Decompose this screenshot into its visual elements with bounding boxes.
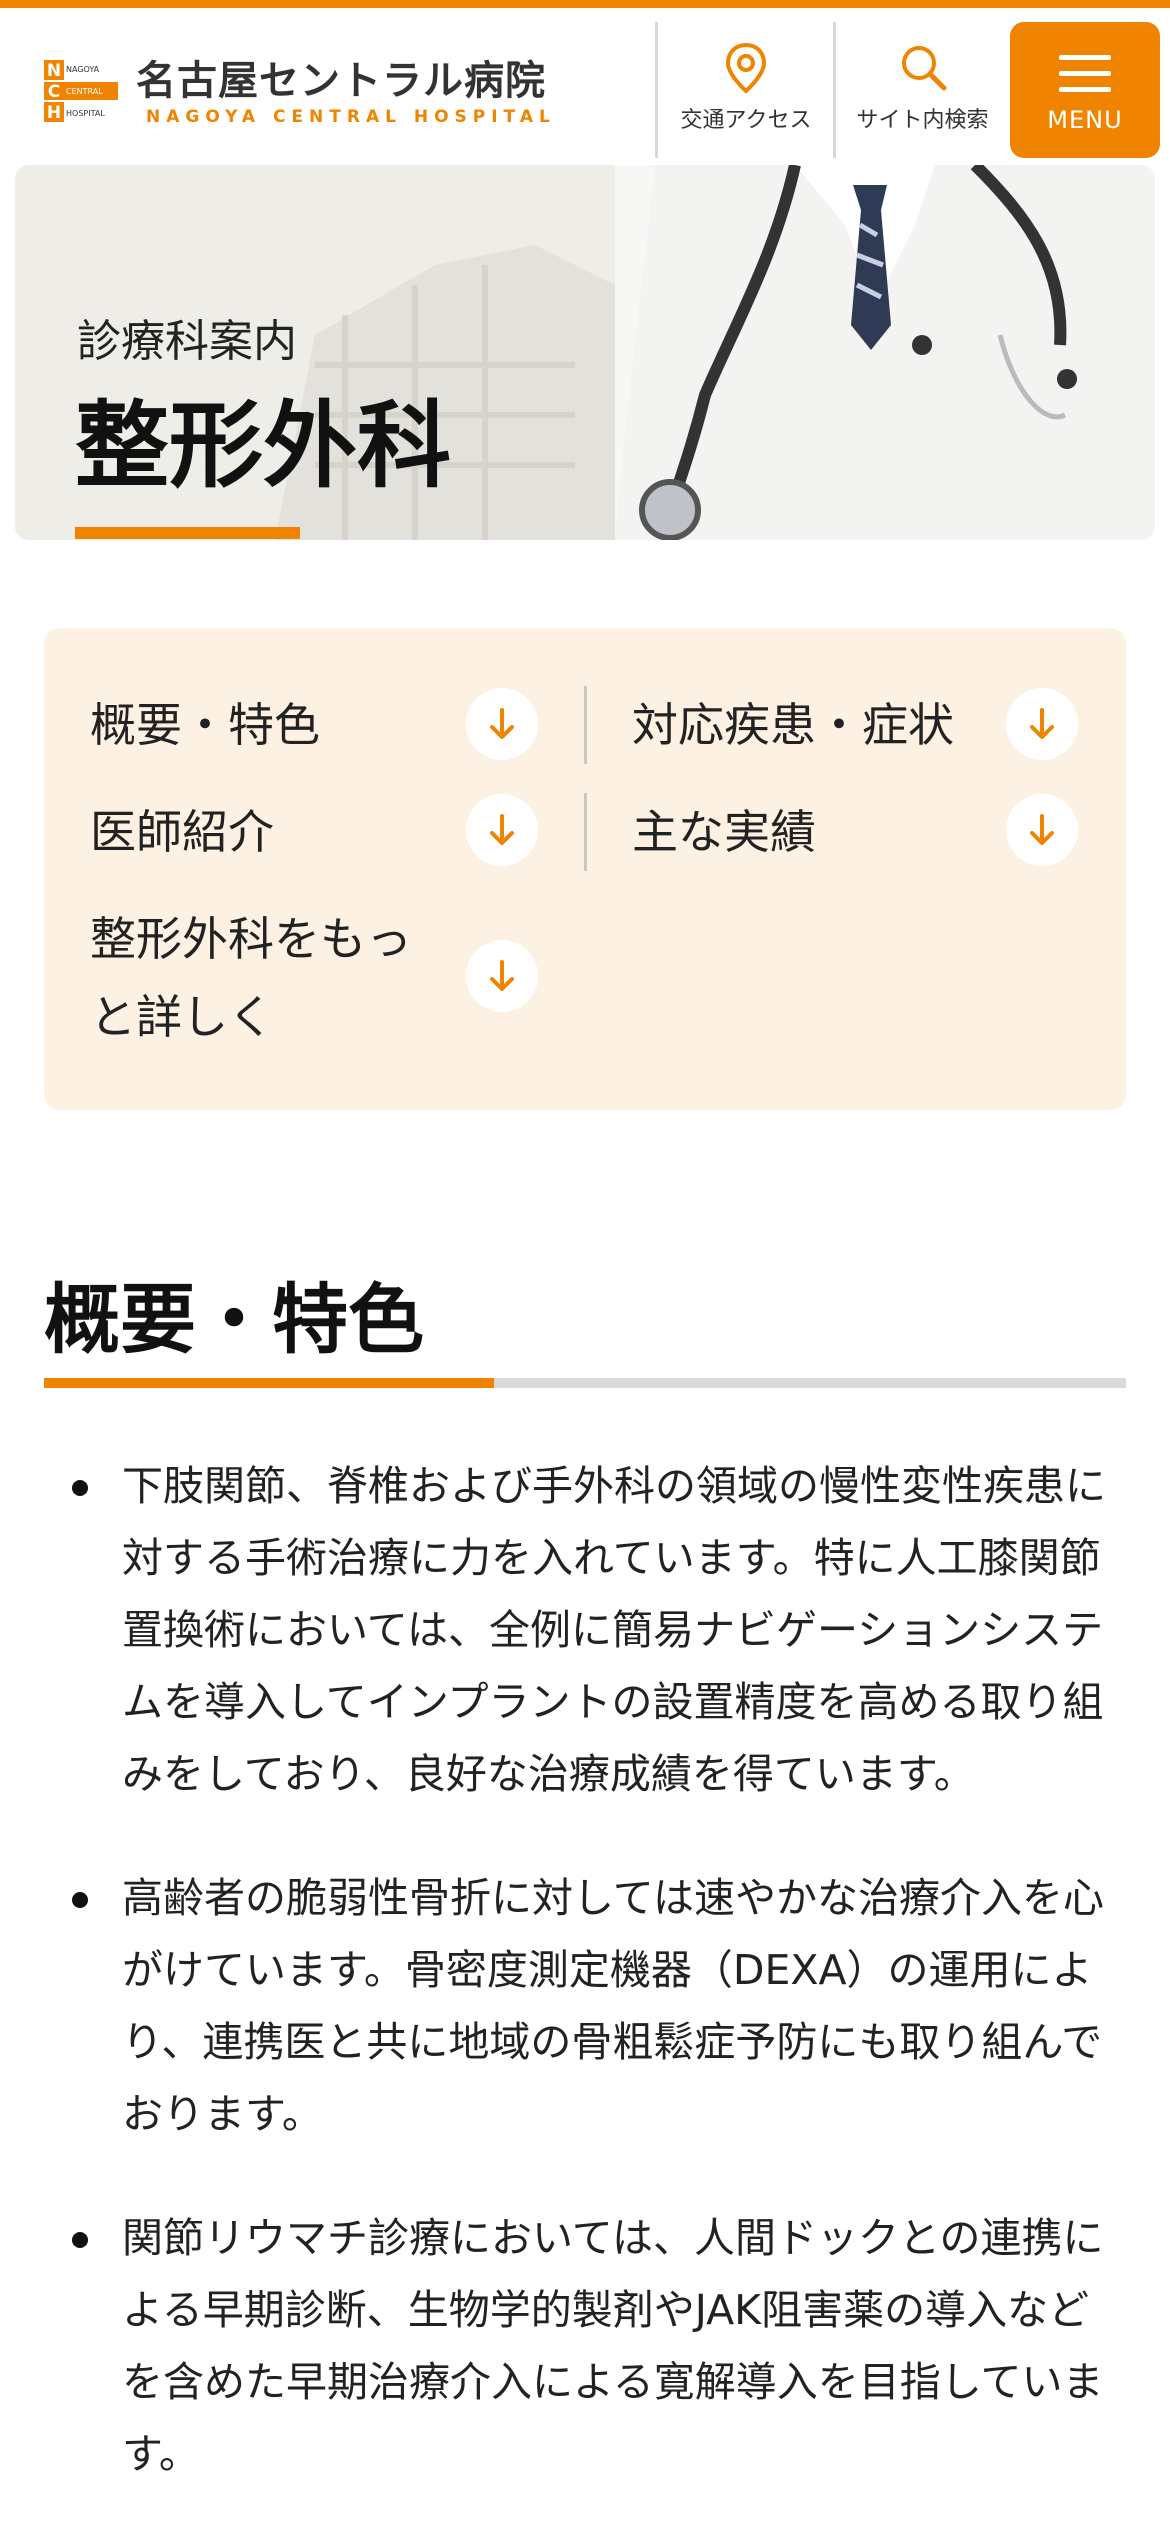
- header-divider: [655, 22, 658, 158]
- menu-label: MENU: [1047, 106, 1123, 134]
- anchor-label: 概要・特色: [90, 698, 320, 752]
- hero-title-accent: [75, 527, 300, 539]
- svg-text:N: N: [47, 61, 61, 81]
- site-header: N C H NAGOYA CENTRAL HOSPITAL 名古屋セントラル病院…: [0, 8, 1170, 158]
- menu-button[interactable]: MENU: [1010, 22, 1160, 158]
- site-search-button[interactable]: サイト内検索: [840, 32, 1005, 152]
- list-item: 関節リウマチ診療においては、人間ドックとの連携による早期診断、生物学的製剤やJA…: [44, 2202, 1126, 2490]
- overview-list: 下肢関節、脊椎および手外科の領域の慢性変性疾患に対する手術治療に力を入れています…: [44, 1450, 1126, 2542]
- section-title: 概要・特色: [44, 1275, 424, 1364]
- arrow-down-icon: [466, 794, 538, 866]
- anchor-label: 主な実績: [632, 805, 816, 859]
- arrow-down-icon: [1006, 794, 1078, 866]
- arrow-down-icon: [466, 940, 538, 1012]
- page-title: 整形外科: [75, 392, 452, 501]
- arrow-down-icon: [466, 688, 538, 760]
- section-title-underline-accent: [44, 1378, 494, 1388]
- hamburger-icon: [1059, 55, 1111, 92]
- svg-text:C: C: [48, 82, 60, 102]
- logo-english-name: NAGOYA CENTRAL HOSPITAL: [146, 107, 556, 127]
- anchor-label: 対応疾患・症状: [632, 698, 954, 752]
- svg-text:CENTRAL: CENTRAL: [66, 87, 103, 96]
- access-button[interactable]: 交通アクセス: [662, 32, 830, 152]
- anchor-divider: [584, 793, 587, 871]
- anchor-divider: [584, 686, 587, 764]
- site-search-label: サイト内検索: [856, 108, 989, 133]
- list-item: 下肢関節、脊椎および手外科の領域の慢性変性疾患に対する手術治療に力を入れています…: [44, 1450, 1126, 1810]
- hero-banner: 診療科案内 整形外科: [15, 165, 1155, 540]
- hospital-logo-icon: N C H NAGOYA CENTRAL HOSPITAL: [44, 58, 118, 124]
- top-accent-bar: [0, 0, 1170, 8]
- list-item: 高齢者の脆弱性骨折に対しては速やかな治療介入を心がけています。骨密度測定機器（D…: [44, 1862, 1126, 2150]
- anchor-label: 医師紹介: [90, 805, 274, 859]
- access-label: 交通アクセス: [680, 108, 812, 133]
- page-anchor-nav: 概要・特色 対応疾患・症状 医師紹介 主な実績 整形外科をもっと詳しく: [44, 628, 1126, 1110]
- arrow-down-icon: [1006, 688, 1078, 760]
- anchor-label: 整形外科をもっと詳しく: [90, 912, 412, 1044]
- svg-text:HOSPITAL: HOSPITAL: [66, 109, 105, 118]
- svg-text:H: H: [47, 103, 61, 123]
- logo-japanese-name: 名古屋セントラル病院: [136, 58, 546, 104]
- header-divider: [833, 22, 836, 158]
- map-pin-icon: [725, 42, 767, 94]
- search-icon: [901, 46, 946, 91]
- site-logo-link[interactable]: N C H NAGOYA CENTRAL HOSPITAL 名古屋セントラル病院…: [0, 8, 620, 158]
- hero-category: 診療科案内: [77, 316, 297, 367]
- svg-text:NAGOYA: NAGOYA: [66, 65, 100, 74]
